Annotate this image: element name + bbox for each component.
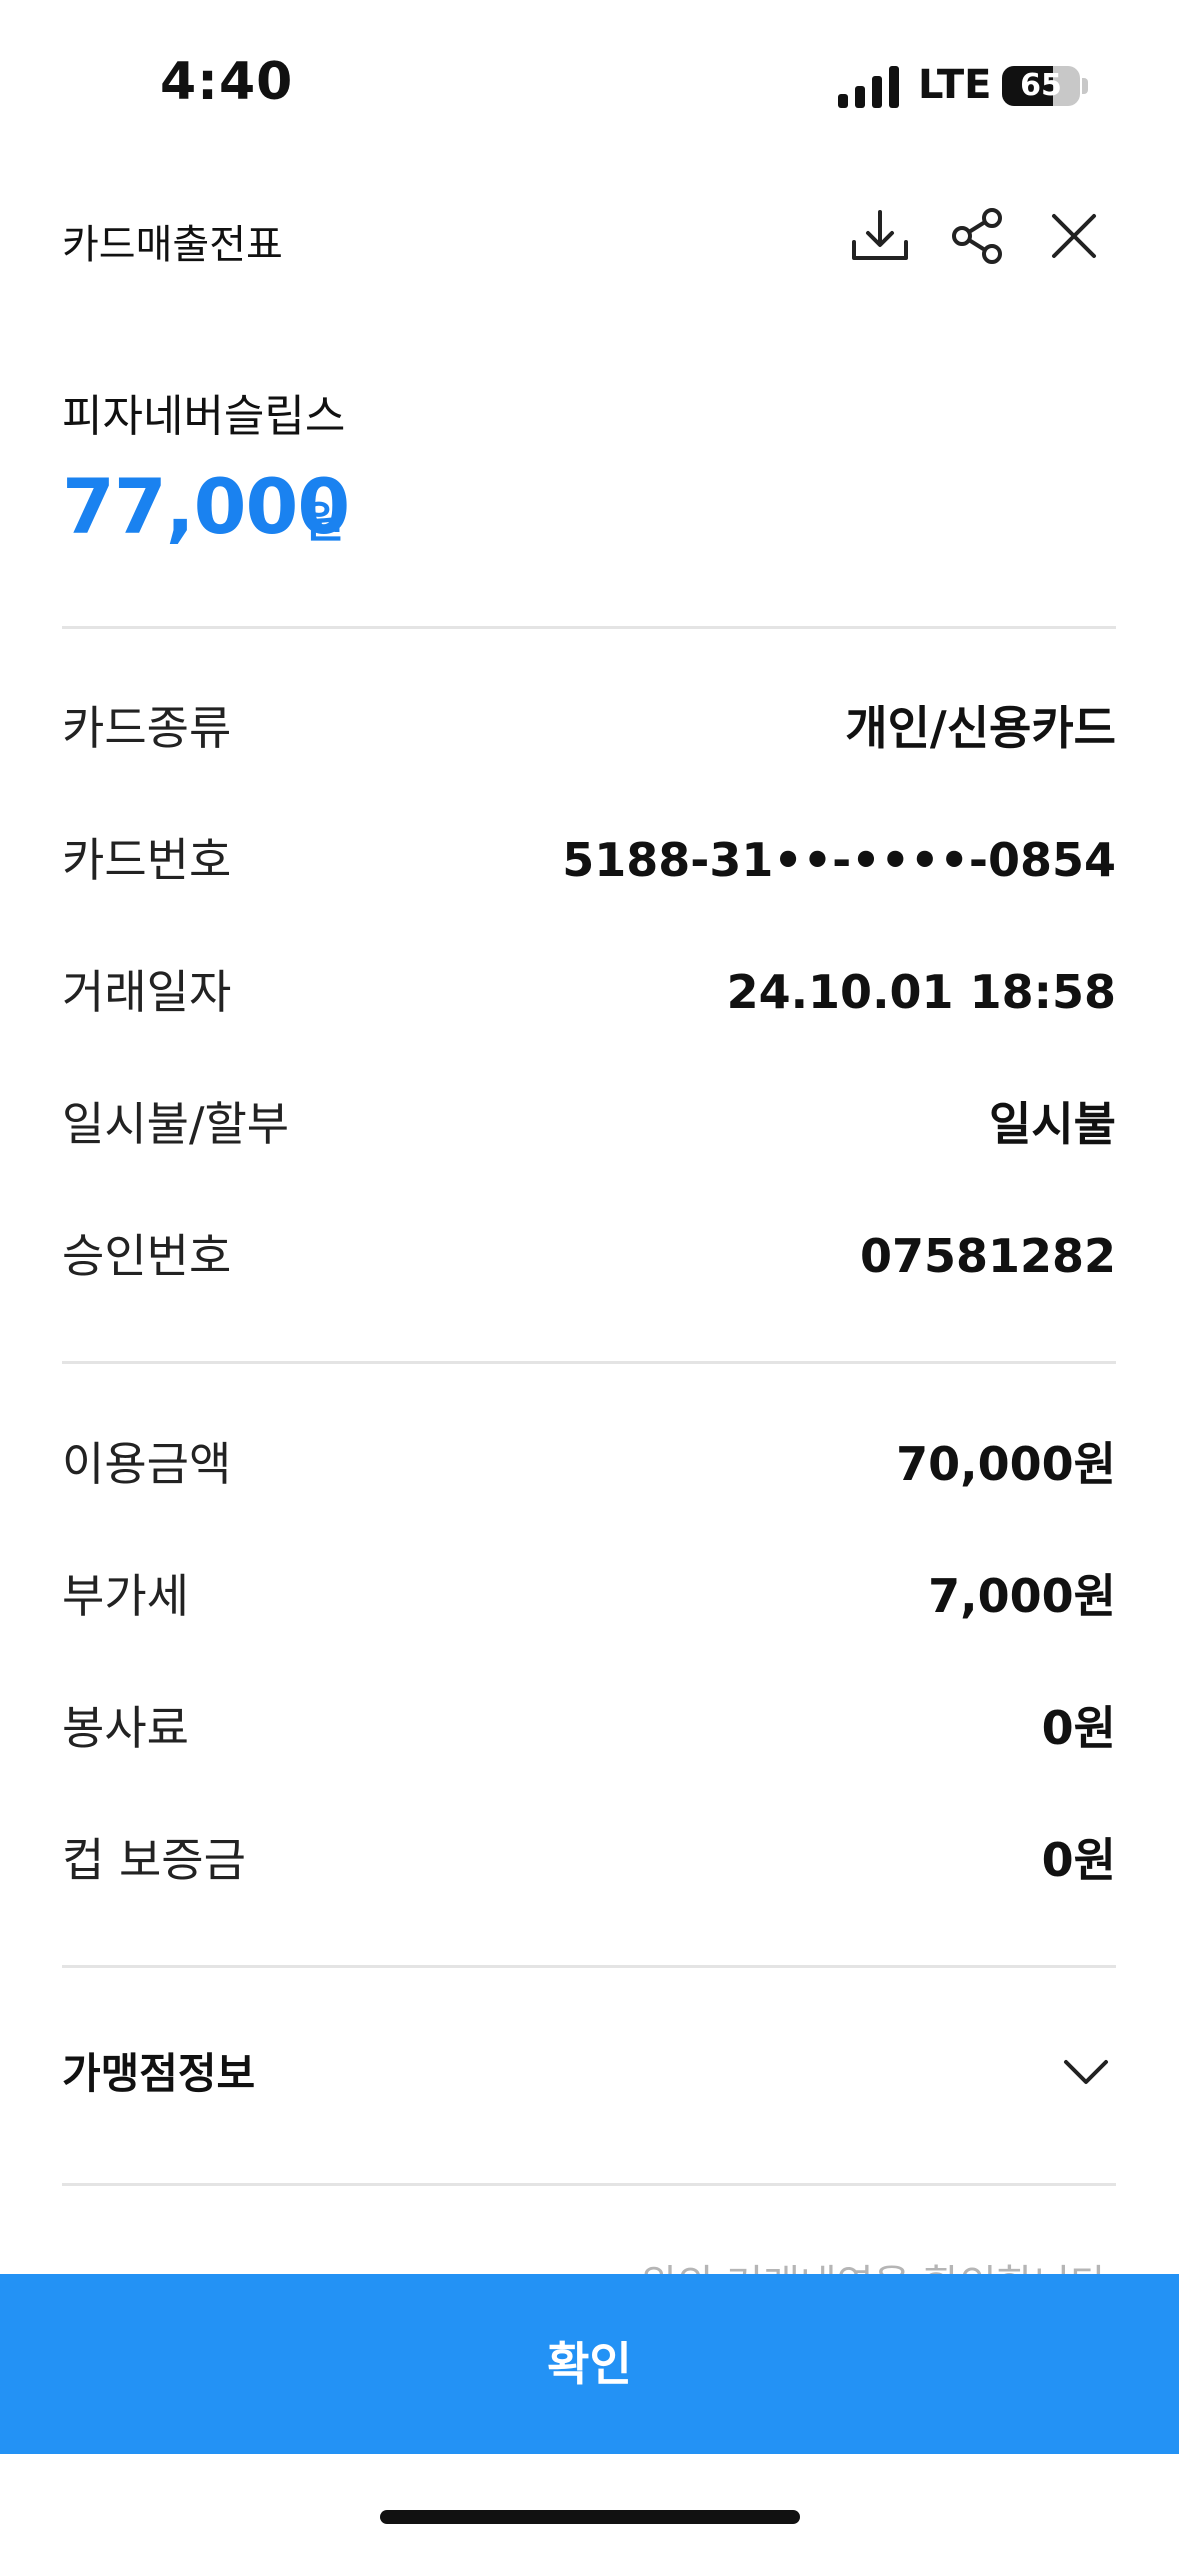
battery-level: 65 <box>1020 68 1062 103</box>
merchant-info-toggle[interactable]: 가맹점정보 <box>62 2044 255 2104</box>
row-label: 부가세 <box>62 1569 189 1623</box>
row-value: 70,000원 <box>896 1437 1116 1491</box>
row-label: 카드종류 <box>62 701 232 755</box>
row-value: 0원 <box>1041 1701 1116 1755</box>
page-title: 카드매출전표 <box>62 222 283 268</box>
row-value: 7,000원 <box>928 1569 1116 1623</box>
cellular-signal-icon <box>838 66 900 108</box>
divider <box>62 626 1116 629</box>
row-label: 컵 보증금 <box>62 1833 246 1887</box>
detail-row-transaction-date: 거래일자 24.10.01 18:58 <box>62 952 1116 1032</box>
merchant-name: 피자네버슬립스 <box>62 391 346 442</box>
battery-icon: 65 <box>1002 66 1080 106</box>
divider <box>62 1965 1116 1968</box>
detail-row-card-type: 카드종류 개인/신용카드 <box>62 688 1116 768</box>
row-label: 카드번호 <box>62 833 232 887</box>
download-icon[interactable] <box>848 204 912 268</box>
close-icon[interactable] <box>1042 204 1106 268</box>
divider <box>62 1361 1116 1364</box>
detail-row-usage-amount: 이용금액 70,000원 <box>62 1424 1116 1504</box>
detail-row-service-charge: 봉사료 0원 <box>62 1688 1116 1768</box>
chevron-down-icon[interactable] <box>1054 2040 1118 2104</box>
row-value: 5188-31••-••••-0854 <box>562 833 1116 887</box>
row-label: 거래일자 <box>62 965 232 1019</box>
confirm-button[interactable]: 확인 <box>0 2274 1179 2454</box>
row-value: 개인/신용카드 <box>845 701 1116 755</box>
detail-row-cup-deposit: 컵 보증금 0원 <box>62 1820 1116 1900</box>
row-label: 이용금액 <box>62 1437 232 1491</box>
detail-row-approval-number: 승인번호 07581282 <box>62 1216 1116 1296</box>
row-value: 24.10.01 18:58 <box>726 965 1116 1019</box>
currency-unit: 원 <box>304 497 345 548</box>
status-time: 4:40 <box>160 52 294 112</box>
home-indicator <box>380 2510 800 2524</box>
detail-row-vat: 부가세 7,000원 <box>62 1556 1116 1636</box>
row-label: 일시불/할부 <box>62 1097 290 1151</box>
share-icon[interactable] <box>946 204 1010 268</box>
row-value: 07581282 <box>859 1229 1116 1283</box>
row-label: 승인번호 <box>62 1229 232 1283</box>
network-type: LTE <box>918 62 992 108</box>
detail-row-card-number: 카드번호 5188-31••-••••-0854 <box>62 820 1116 900</box>
divider <box>62 2183 1116 2186</box>
row-value: 0원 <box>1041 1833 1116 1887</box>
row-value: 일시불 <box>989 1097 1116 1151</box>
detail-row-installment: 일시불/할부 일시불 <box>62 1084 1116 1164</box>
row-label: 봉사료 <box>62 1701 189 1755</box>
battery-tip <box>1082 78 1088 94</box>
